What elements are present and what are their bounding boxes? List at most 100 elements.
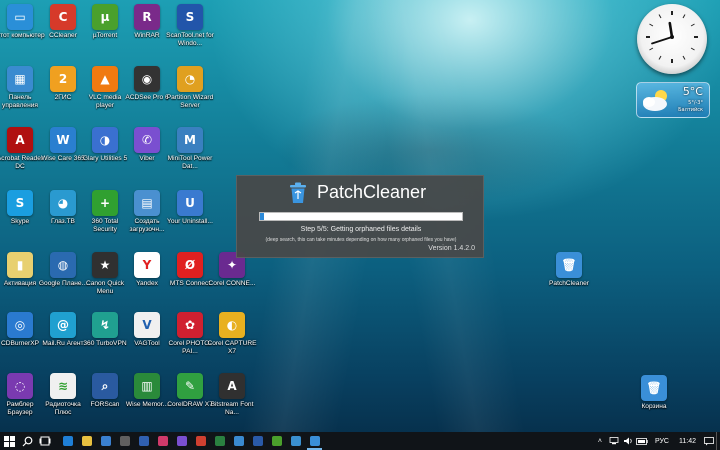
desktop-icon-rambler[interactable]: ◌ Рамблер Браузер	[0, 373, 42, 417]
desktop-icon-viber[interactable]: ✆ Viber	[125, 127, 169, 163]
desktop-icon-canon-quick-menu[interactable]: ★ Canon Quick Menu	[83, 252, 127, 296]
desktop-icon-label: Corel CONNE...	[208, 280, 256, 287]
desktop-icon-partition-wizard[interactable]: ◔ Partition Wizard Server	[167, 66, 213, 110]
desktop-icon-label: Корзина	[641, 403, 667, 410]
desktop-icon-glaz-tv[interactable]: ◕ Глаз.ТВ	[41, 190, 85, 226]
app-icon	[290, 436, 301, 446]
start-button[interactable]	[0, 432, 18, 450]
forscan-icon: ⌕	[92, 373, 118, 399]
taskbar-app-store[interactable]	[96, 432, 115, 450]
activation-icon: ▮	[7, 252, 33, 278]
network-icon	[609, 437, 619, 445]
taskbar-app-photos[interactable]	[229, 432, 248, 450]
taskbar-app-utorrent[interactable]	[267, 432, 286, 450]
tray-volume[interactable]	[621, 432, 635, 450]
desktop-icon-winrar[interactable]: R WinRAR	[125, 4, 169, 40]
clock-gadget[interactable]	[637, 4, 707, 74]
desktop-icon-patchcleaner-desktop[interactable]: 🗑 PatchCleaner	[547, 252, 591, 288]
search-button[interactable]	[18, 432, 36, 450]
taskbar-app-patchcleaner[interactable]	[305, 432, 324, 450]
desktop-icon-control-panel[interactable]: ▦ Панель управления	[0, 66, 42, 110]
tray-clock[interactable]: 11:42	[675, 438, 702, 445]
taskbar-app-explorer[interactable]	[77, 432, 96, 450]
wisecare-icon: W	[50, 127, 76, 153]
desktop-icon-activation[interactable]: ▮ Активация	[0, 252, 42, 288]
corel-capture-icon: ◐	[219, 312, 245, 338]
radio-icon: ≋	[50, 373, 76, 399]
canon-icon: ★	[92, 252, 118, 278]
progress-bar	[259, 212, 463, 221]
desktop-icon-glary[interactable]: ◑ Glary Utilities 5	[83, 127, 127, 163]
rambler-icon: ◌	[7, 373, 33, 399]
clock-tick	[682, 14, 686, 19]
store-icon	[100, 436, 111, 446]
control-panel-icon: ▦	[7, 66, 33, 92]
patchcleaner-logo-icon	[290, 182, 306, 203]
desktop-icon-vlc[interactable]: ▲ VLC media player	[83, 66, 127, 110]
desktop-icon-create-boot[interactable]: ▤ Создать загрузочн...	[125, 190, 169, 234]
desktop-icon-vagtool[interactable]: V VAGTool	[125, 312, 169, 348]
tray-chevron[interactable]: ˄	[593, 432, 607, 450]
task-view-button[interactable]	[36, 432, 54, 450]
desktop-icon-label: MiniTool Power Dat...	[167, 155, 213, 170]
desktop-icon-google-earth[interactable]: ◍ Google Плане...	[39, 252, 87, 288]
action-center-button[interactable]	[702, 432, 716, 450]
show-desktop-button[interactable]	[716, 432, 720, 450]
desktop-icon-forscan[interactable]: ⌕ FORScan	[83, 373, 127, 409]
tray-language[interactable]: РУС	[649, 438, 675, 445]
winrar-icon: R	[134, 4, 160, 30]
desktop-icon-wise-memory[interactable]: ▥ Wise Memor...	[125, 373, 169, 409]
clock-tick	[649, 47, 654, 51]
taskbar-app-paint[interactable]	[153, 432, 172, 450]
desktop-icon-acrobat[interactable]: A Acrobat Reader DC	[0, 127, 43, 171]
taskbar-app-edge[interactable]	[58, 432, 77, 450]
taskbar-app-calc[interactable]	[115, 432, 134, 450]
splash-note: (deep search, this can take minutes depe…	[265, 237, 457, 243]
desktop-icon-skype[interactable]: S Skype	[0, 190, 42, 226]
corel-photo-paint-icon: ✿	[177, 312, 203, 338]
tray-network[interactable]	[607, 432, 621, 450]
desktop-icon-yandex[interactable]: Y Yandex	[125, 252, 169, 288]
taskbar-app-chrome[interactable]	[191, 432, 210, 450]
desktop-icon-acdsee[interactable]: ◉ ACDSee Pro 6	[125, 66, 169, 102]
desktop-icon-this-pc[interactable]: ▭ Этот компьютер	[0, 4, 45, 40]
taskbar: ˄ РУС 11:42	[0, 432, 720, 450]
desktop-icon-ccleaner[interactable]: C CCleaner	[41, 4, 85, 40]
desktop-icon-360-turbovpn[interactable]: ↯ 360 TurboVPN	[83, 312, 127, 348]
taskbar-app-app[interactable]	[286, 432, 305, 450]
vpn-icon: ↯	[92, 312, 118, 338]
viber-icon	[176, 436, 187, 446]
taskbar-app-viber[interactable]	[172, 432, 191, 450]
taskbar-app-media[interactable]	[134, 432, 153, 450]
folder-icon	[81, 436, 92, 446]
desktop-icon-coreldraw[interactable]: ✎ CorelDRAW X7	[167, 373, 213, 409]
clock-center	[670, 35, 674, 39]
tray-battery[interactable]	[635, 432, 649, 450]
taskbar-app-word[interactable]	[248, 432, 267, 450]
google-earth-icon: ◍	[50, 252, 76, 278]
desktop-icon-your-uninstall[interactable]: U Your Uninstall...	[167, 190, 213, 226]
desktop-icon-recycle-bin[interactable]: 🗑 Корзина	[632, 375, 676, 411]
notifications-icon	[704, 436, 714, 445]
desktop-icon-cdburnerxp[interactable]: ◎ CDBurnerXP	[0, 312, 42, 348]
desktop-icon-bitstream[interactable]: A Bitstream Font Na...	[210, 373, 254, 417]
clock-minute-hand	[651, 36, 673, 45]
taskbar-apps	[58, 432, 324, 450]
desktop-icon-utorrent[interactable]: µ µTorrent	[83, 4, 127, 40]
minitool-icon: M	[177, 127, 203, 153]
desktop-icon-mailru[interactable]: @ Mail.Ru Агент	[41, 312, 85, 348]
desktop-icon-scantool[interactable]: S ScanTool.net for Windo...	[166, 4, 214, 48]
weather-gadget[interactable]: 5°C 5°/-3° Балтийск	[636, 82, 710, 118]
desktop-icon-360-total[interactable]: +360 Total Security	[83, 190, 127, 234]
mts-icon: Ø	[177, 252, 203, 278]
taskbar-app-excel[interactable]	[210, 432, 229, 450]
desktop-icon-minitool[interactable]: M MiniTool Power Dat...	[168, 127, 212, 171]
desktop-icon-label: Bitstream Font Na...	[210, 401, 254, 416]
desktop-icon-wisecare[interactable]: W Wise Care 365	[41, 127, 85, 163]
desktop-icon-corel-capture[interactable]: ◐ Corel CAPTURE X7	[207, 312, 257, 356]
desktop-icon-mts-connect[interactable]: Ø MTS Connect	[168, 252, 212, 288]
clock-tick	[649, 23, 654, 27]
desktop-icon-corel-photo-paint[interactable]: ✿ Corel PHOTO-PAI...	[168, 312, 212, 356]
desktop-icon-radiotochka[interactable]: ≋ Радиоточка Плюс	[41, 373, 85, 417]
desktop-icon-2gis[interactable]: 2 2ГИС	[41, 66, 85, 102]
